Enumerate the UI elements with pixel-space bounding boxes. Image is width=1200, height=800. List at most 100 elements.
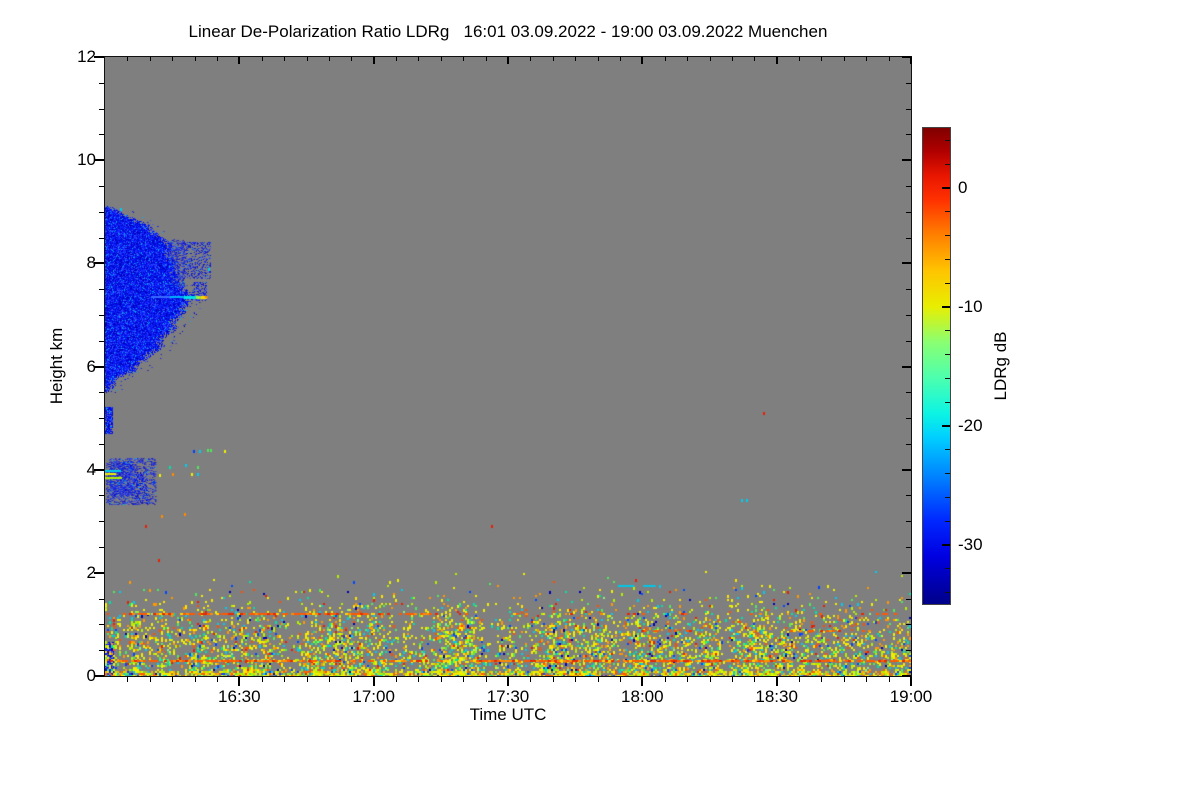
x-minor-tick bbox=[575, 57, 577, 61]
colorbar-tick-label: -10 bbox=[958, 296, 983, 316]
x-tick bbox=[372, 677, 375, 686]
y-minor-tick bbox=[99, 185, 104, 187]
colorbar-minor-tick bbox=[945, 235, 950, 237]
y-minor-tick bbox=[99, 237, 104, 239]
y-minor-tick bbox=[99, 134, 104, 136]
y-tick-label: 10 bbox=[77, 150, 96, 170]
colorbar-tick bbox=[942, 186, 950, 189]
x-minor-tick bbox=[216, 677, 218, 682]
y-minor-tick bbox=[906, 237, 911, 239]
colorbar-minor-tick bbox=[945, 139, 950, 141]
x-tick-label: 17:00 bbox=[352, 687, 395, 706]
colorbar-minor-tick bbox=[945, 449, 950, 451]
x-minor-tick bbox=[418, 57, 420, 61]
y-minor-tick bbox=[99, 650, 104, 652]
x-minor-tick bbox=[306, 677, 308, 682]
y-minor-tick bbox=[906, 418, 911, 420]
figure: Linear De-Polarization Ratio LDRg 16:01 … bbox=[0, 0, 1200, 800]
x-minor-tick bbox=[127, 677, 129, 682]
x-tick bbox=[641, 57, 644, 64]
colorbar-tick bbox=[942, 424, 950, 427]
colorbar-minor-tick bbox=[945, 496, 950, 498]
x-minor-tick bbox=[709, 57, 711, 61]
y-minor-tick bbox=[99, 495, 104, 497]
x-tick-label: 17:30 bbox=[486, 687, 530, 706]
y-tick bbox=[902, 571, 911, 574]
x-minor-tick bbox=[194, 57, 196, 61]
plot-area bbox=[104, 56, 912, 677]
x-minor-tick bbox=[440, 677, 442, 682]
x-minor-tick bbox=[664, 677, 666, 682]
y-minor-tick bbox=[99, 598, 104, 600]
x-axis-title: Time UTC bbox=[469, 705, 547, 724]
x-tick-label: 18:00 bbox=[621, 687, 664, 706]
colorbar-minor-tick bbox=[945, 473, 950, 475]
y-tick-label: 8 bbox=[86, 253, 96, 273]
x-minor-tick bbox=[328, 677, 330, 682]
x-minor-tick bbox=[731, 57, 733, 61]
x-minor-tick bbox=[485, 677, 487, 682]
x-minor-tick bbox=[687, 677, 689, 682]
y-tick-label: 4 bbox=[86, 459, 96, 479]
x-tick-label: 19:00 bbox=[889, 687, 933, 706]
x-minor-tick bbox=[552, 57, 554, 61]
x-minor-tick bbox=[821, 57, 823, 61]
x-tick-label: 18:30 bbox=[755, 687, 798, 706]
x-tick bbox=[641, 677, 644, 686]
y-minor-tick bbox=[906, 547, 911, 549]
y-minor-tick bbox=[906, 134, 911, 136]
y-minor-tick bbox=[906, 211, 911, 213]
x-minor-tick bbox=[597, 57, 599, 61]
x-minor-tick bbox=[261, 57, 263, 61]
colorbar-minor-tick bbox=[945, 211, 950, 213]
y-minor-tick bbox=[906, 108, 911, 110]
x-minor-tick bbox=[530, 677, 532, 682]
x-minor-tick bbox=[396, 677, 398, 682]
x-minor-tick bbox=[709, 677, 711, 682]
x-tick bbox=[775, 677, 778, 686]
x-tick bbox=[238, 677, 241, 686]
x-minor-tick bbox=[821, 677, 823, 682]
y-tick bbox=[902, 468, 911, 471]
x-tick bbox=[372, 57, 375, 64]
y-tick-label: 0 bbox=[86, 666, 96, 685]
y-minor-tick bbox=[906, 495, 911, 497]
x-minor-tick bbox=[530, 57, 532, 61]
y-minor-tick bbox=[906, 82, 911, 84]
x-minor-tick bbox=[396, 57, 398, 61]
x-minor-tick bbox=[351, 677, 353, 682]
colorbar-minor-tick bbox=[945, 354, 950, 356]
y-minor-tick bbox=[99, 340, 104, 342]
x-minor-tick bbox=[866, 677, 868, 682]
x-minor-tick bbox=[172, 57, 174, 61]
x-minor-tick bbox=[284, 677, 286, 682]
x-minor-tick bbox=[575, 677, 577, 682]
x-minor-tick bbox=[418, 677, 420, 682]
colorbar-minor-tick bbox=[945, 592, 950, 594]
chart-title: Linear De-Polarization Ratio LDRg 16:01 … bbox=[188, 22, 828, 41]
x-minor-tick bbox=[149, 57, 151, 61]
colorbar-minor-tick bbox=[945, 163, 950, 165]
y-minor-tick bbox=[906, 521, 911, 523]
y-minor-tick bbox=[906, 443, 911, 445]
y-minor-tick bbox=[906, 392, 911, 394]
y-tick-label: 6 bbox=[86, 356, 96, 376]
x-tick bbox=[507, 57, 509, 64]
x-minor-tick bbox=[284, 57, 286, 61]
x-tick bbox=[775, 57, 778, 64]
colorbar-tick-label: -30 bbox=[958, 534, 983, 554]
colorbar-minor-tick bbox=[945, 330, 950, 332]
x-minor-tick bbox=[866, 57, 868, 61]
y-minor-tick bbox=[906, 314, 911, 316]
x-minor-tick bbox=[799, 677, 801, 682]
y-minor-tick bbox=[99, 547, 104, 549]
x-minor-tick bbox=[440, 57, 442, 61]
colorbar-minor-tick bbox=[945, 258, 950, 260]
colorbar-title: LDRg dB bbox=[991, 331, 1010, 401]
y-tick bbox=[902, 56, 911, 58]
y-tick bbox=[902, 675, 911, 677]
x-minor-tick bbox=[843, 57, 845, 61]
colorbar-minor-tick bbox=[945, 401, 950, 403]
colorbar-minor-tick bbox=[945, 520, 950, 522]
y-tick-label: 2 bbox=[86, 562, 96, 582]
